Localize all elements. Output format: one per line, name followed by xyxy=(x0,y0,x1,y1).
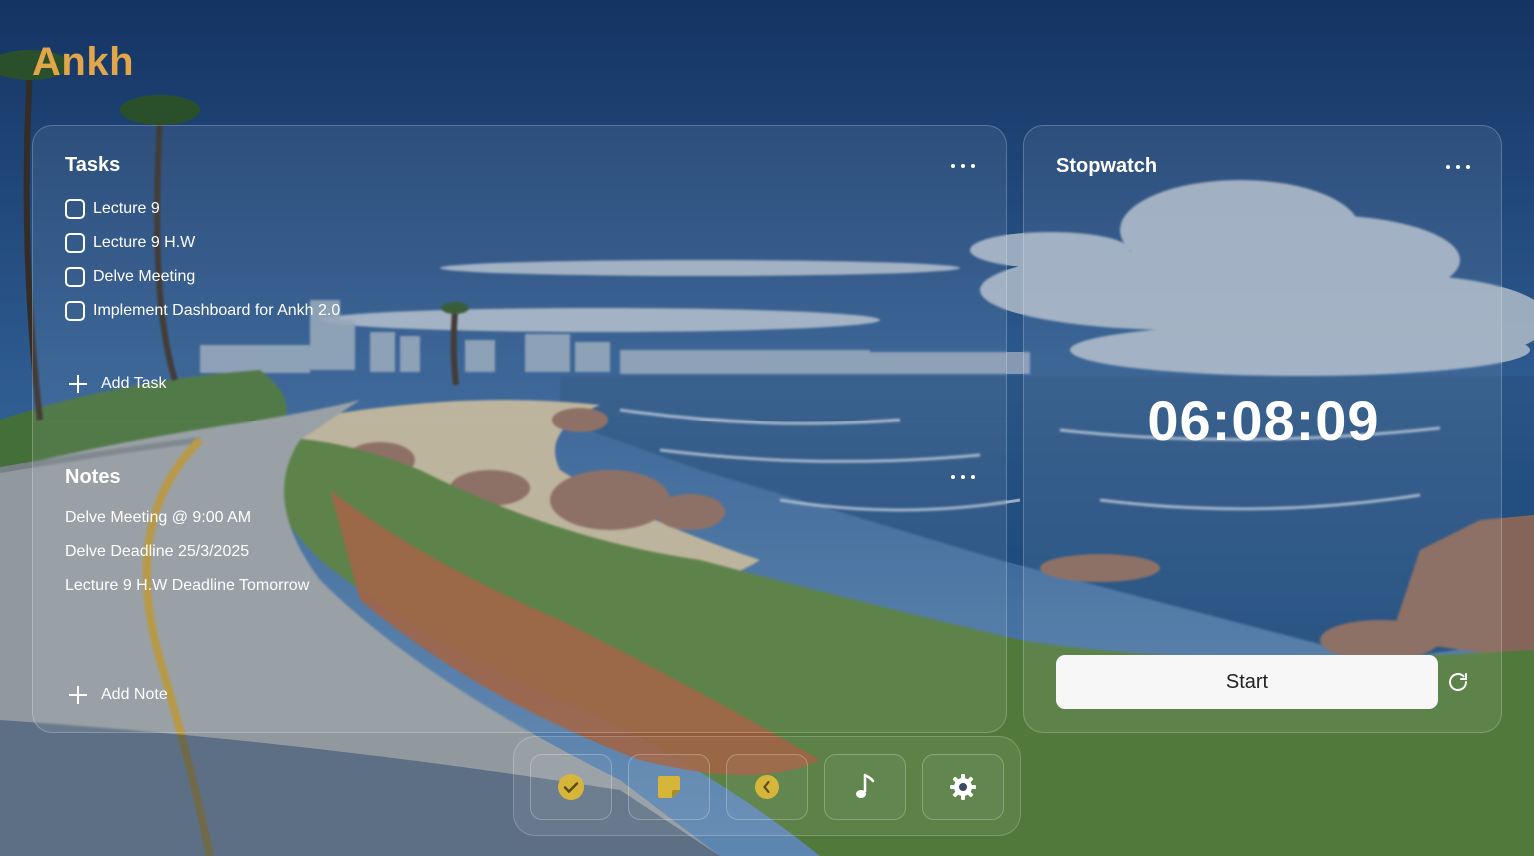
reset-icon[interactable] xyxy=(1446,670,1470,694)
note-item[interactable]: Delve Deadline 25/3/2025 xyxy=(65,535,309,569)
note-item[interactable]: Delve Meeting @ 9:00 AM xyxy=(65,501,309,535)
note-item[interactable]: Lecture 9 H.W Deadline Tomorrow xyxy=(65,569,309,603)
task-label: Lecture 9 H.W xyxy=(93,234,196,251)
notes-more-icon[interactable] xyxy=(951,470,975,484)
add-task-label: Add Task xyxy=(101,375,167,392)
gear-icon xyxy=(950,774,976,800)
dock-tasks-button[interactable] xyxy=(530,754,612,820)
task-list: Lecture 9 Lecture 9 H.W Delve Meeting Im… xyxy=(65,192,340,328)
task-checkbox[interactable] xyxy=(65,199,85,219)
task-item: Delve Meeting xyxy=(65,260,340,294)
dock-music-button[interactable] xyxy=(824,754,906,820)
check-circle-icon xyxy=(558,774,584,800)
dock-settings-button[interactable] xyxy=(922,754,1004,820)
tasks-title: Tasks xyxy=(65,154,121,176)
tasks-panel: Tasks Lecture 9 Lecture 9 H.W Delve Meet… xyxy=(32,125,1007,421)
dock-notes-button[interactable] xyxy=(628,754,710,820)
task-checkbox[interactable] xyxy=(65,301,85,321)
start-button[interactable]: Start xyxy=(1056,655,1438,709)
task-item: Lecture 9 xyxy=(65,192,340,226)
stopwatch-panel: Stopwatch 06:08:09 Start xyxy=(1023,125,1502,733)
notes-panel: Notes Delve Meeting @ 9:00 AM Delve Dead… xyxy=(32,421,1007,733)
task-item: Implement Dashboard for Ankh 2.0 xyxy=(65,294,340,328)
stopwatch-more-icon[interactable] xyxy=(1446,160,1470,174)
music-note-icon xyxy=(856,773,875,798)
task-label: Implement Dashboard for Ankh 2.0 xyxy=(93,302,341,319)
add-task-button[interactable]: Add Task xyxy=(69,375,167,393)
sticky-note-icon xyxy=(658,776,680,798)
bottom-dock xyxy=(513,736,1021,836)
clock-icon xyxy=(755,775,779,799)
note-list: Delve Meeting @ 9:00 AM Delve Deadline 2… xyxy=(65,501,309,603)
plus-icon xyxy=(69,375,87,393)
stopwatch-time: 06:08:09 xyxy=(1147,389,1380,452)
app-logo: Ankh xyxy=(32,40,134,84)
task-checkbox[interactable] xyxy=(65,233,85,253)
task-label: Lecture 9 xyxy=(93,200,160,217)
dock-stopwatch-button[interactable] xyxy=(726,754,808,820)
notes-title: Notes xyxy=(65,466,121,488)
stopwatch-title: Stopwatch xyxy=(1056,155,1158,177)
plus-icon xyxy=(69,686,87,704)
task-checkbox[interactable] xyxy=(65,267,85,287)
add-note-label: Add Note xyxy=(101,686,168,703)
task-label: Delve Meeting xyxy=(93,268,196,285)
add-note-button[interactable]: Add Note xyxy=(69,686,168,704)
task-item: Lecture 9 H.W xyxy=(65,226,340,260)
tasks-more-icon[interactable] xyxy=(951,159,975,173)
